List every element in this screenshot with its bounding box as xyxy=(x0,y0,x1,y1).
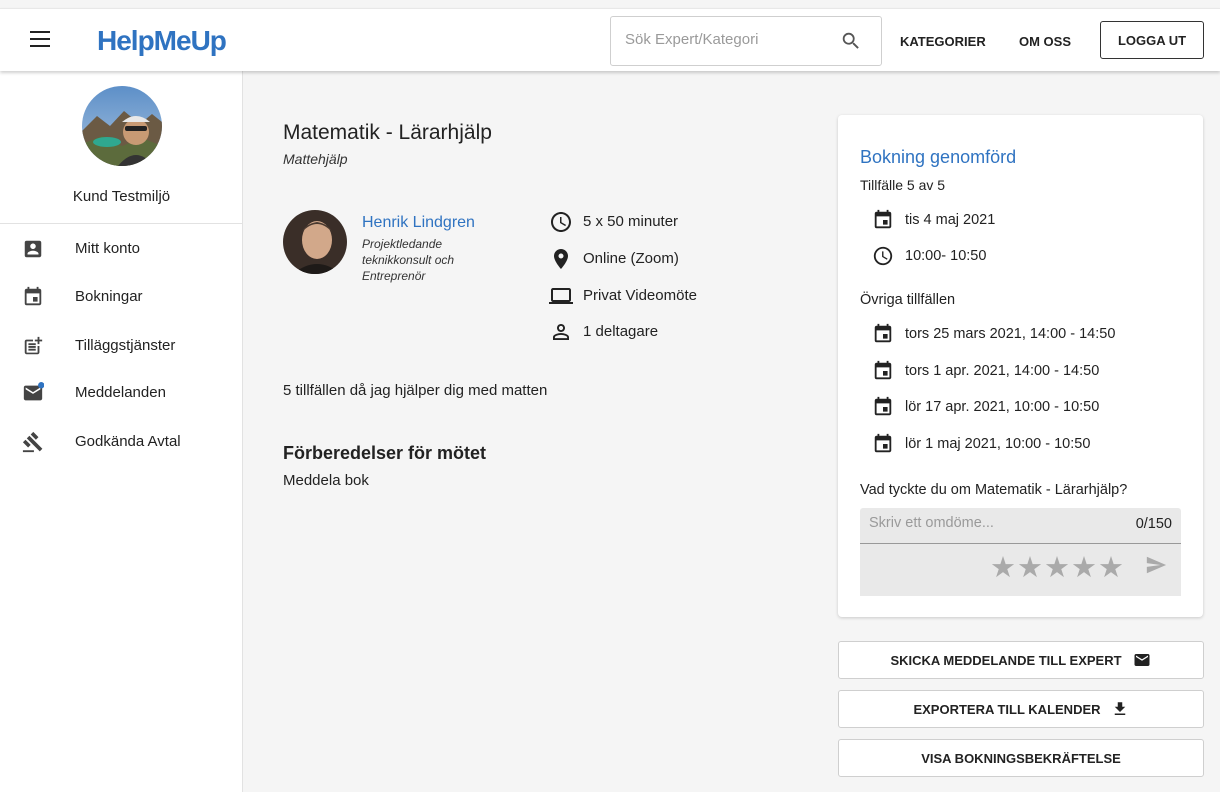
search-icon[interactable] xyxy=(840,30,862,52)
session-counter: Tillfälle 5 av 5 xyxy=(860,177,946,193)
logout-button[interactable]: LOGGA UT xyxy=(1100,21,1204,59)
top-app-bar: HelpMeUp KATEGORIER OM OSS LOGGA UT xyxy=(0,8,1220,71)
sidebar-item-account[interactable]: Mitt konto xyxy=(0,227,243,271)
mail-icon xyxy=(1134,654,1150,666)
participants-text: 1 deltagare xyxy=(583,323,659,340)
send-icon[interactable] xyxy=(1143,554,1169,576)
star-rating[interactable]: ★★★★★ xyxy=(990,550,1125,585)
booking-title: Matematik - Lärarhjälp xyxy=(283,121,492,144)
search-box[interactable] xyxy=(610,16,882,66)
booking-status-card: Bokning genomförd Tillfälle 5 av 5 tis 4… xyxy=(838,115,1203,617)
review-char-count: 0/150 xyxy=(1135,516,1172,532)
search-input[interactable] xyxy=(625,31,825,48)
nav-categories[interactable]: KATEGORIER xyxy=(900,34,986,49)
sidebar-item-label: Tilläggstjänster xyxy=(75,337,176,354)
session-date: tis 4 maj 2021 xyxy=(905,212,996,228)
meeting-type-text: Privat Videomöte xyxy=(583,287,697,304)
calendar-icon xyxy=(874,433,892,453)
sidebar: Kund Testmiljö Mitt konto Bokningar Till… xyxy=(0,71,243,792)
calendar-icon xyxy=(24,286,42,306)
other-session-text: lör 17 apr. 2021, 10:00 - 10:50 xyxy=(905,399,1100,415)
other-session-text: lör 1 maj 2021, 10:00 - 10:50 xyxy=(905,436,1091,452)
clock-icon xyxy=(873,246,893,266)
user-avatar xyxy=(82,86,162,166)
duration-text: 5 x 50 minuter xyxy=(583,213,679,230)
export-calendar-button[interactable]: EXPORTERA TILL KALENDER xyxy=(838,690,1204,728)
menu-icon[interactable] xyxy=(30,31,50,47)
show-confirmation-label: VISA BOKNINGSBEKRÄFTELSE xyxy=(921,750,1121,766)
message-expert-label: SKICKA MEDDELANDE TILL EXPERT xyxy=(890,652,1122,668)
post-add-icon xyxy=(24,336,43,355)
sidebar-item-bookings[interactable]: Bokningar xyxy=(0,275,243,319)
gavel-icon xyxy=(22,431,43,453)
export-calendar-label: EXPORTERA TILL KALENDER xyxy=(913,701,1101,717)
nav-about[interactable]: OM OSS xyxy=(1019,34,1071,49)
location-text: Online (Zoom) xyxy=(583,250,679,267)
review-question: Vad tyckte du om Matematik - Lärarhjälp? xyxy=(860,482,1128,498)
calendar-icon xyxy=(874,323,892,343)
other-session-text: tors 25 mars 2021, 14:00 - 14:50 xyxy=(905,326,1116,342)
review-underline xyxy=(860,543,1181,544)
message-expert-button[interactable]: SKICKA MEDDELANDE TILL EXPERT xyxy=(838,641,1204,679)
show-confirmation-button[interactable]: VISA BOKNINGSBEKRÄFTELSE xyxy=(838,739,1204,777)
expert-avatar[interactable] xyxy=(283,210,347,274)
mail-icon xyxy=(23,382,44,401)
booking-description: 5 tillfällen då jag hjälper dig med matt… xyxy=(283,382,548,399)
review-input[interactable] xyxy=(869,515,1099,531)
other-session-text: tors 1 apr. 2021, 14:00 - 14:50 xyxy=(905,363,1100,379)
app-logo[interactable]: HelpMeUp xyxy=(97,25,227,57)
laptop-icon xyxy=(549,288,573,304)
preparation-text: Meddela bok xyxy=(283,472,369,489)
sidebar-item-label: Meddelanden xyxy=(75,384,166,401)
sidebar-item-label: Godkända Avtal xyxy=(75,433,181,450)
booking-subtitle: Mattehjälp xyxy=(283,151,348,167)
person-icon xyxy=(553,324,569,340)
preparation-heading: Förberedelser för mötet xyxy=(283,443,487,463)
sidebar-item-agreements[interactable]: Godkända Avtal xyxy=(0,420,243,464)
divider xyxy=(0,223,243,224)
sidebar-item-label: Mitt konto xyxy=(75,240,141,257)
expert-name-link[interactable]: Henrik Lindgren xyxy=(362,214,475,232)
booking-status-title: Bokning genomförd xyxy=(860,147,1017,167)
sidebar-item-label: Bokningar xyxy=(75,288,143,305)
expert-role: Projektledande teknikkonsult och Entrepr… xyxy=(362,237,455,283)
user-name: Kund Testmiljö xyxy=(72,188,171,205)
other-sessions-heading: Övriga tillfällen xyxy=(860,292,956,308)
account-box-icon xyxy=(24,240,42,258)
clock-icon xyxy=(551,212,571,232)
calendar-icon xyxy=(874,209,892,229)
sidebar-item-messages[interactable]: Meddelanden xyxy=(0,371,243,415)
review-box: 0/150 ★★★★★ xyxy=(860,508,1181,596)
calendar-icon xyxy=(874,396,892,416)
calendar-icon xyxy=(874,360,892,380)
location-pin-icon xyxy=(554,249,568,269)
session-time: 10:00- 10:50 xyxy=(905,248,987,264)
download-icon xyxy=(1114,702,1125,715)
sidebar-item-addons[interactable]: Tilläggstjänster xyxy=(0,324,243,368)
